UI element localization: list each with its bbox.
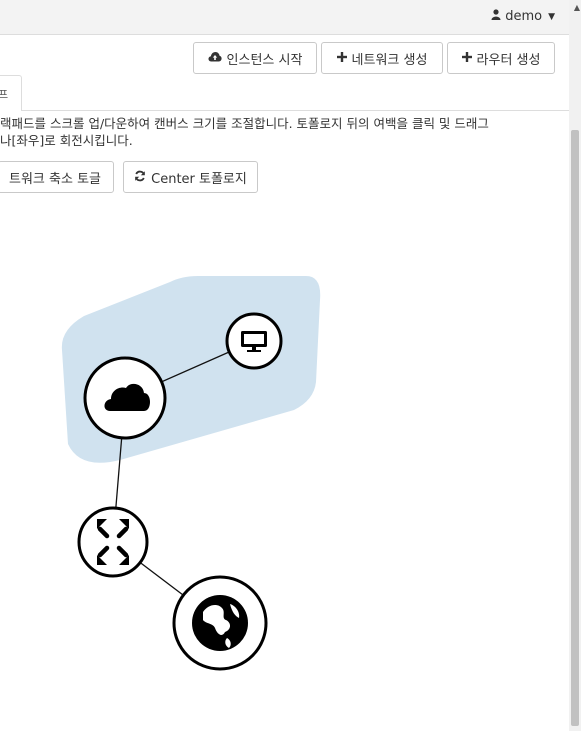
instance-node[interactable] [225, 312, 283, 370]
create-network-label: 네트워크 생성 [351, 52, 428, 68]
help-line-1: 랙패드를 스크롤 업/다운하여 캔버스 크기를 조절합니다. 토폴로지 뒤의 여… [0, 116, 489, 131]
router-node[interactable] [77, 506, 149, 578]
scrollbar-thumb[interactable] [571, 130, 579, 726]
tab-divider [22, 110, 569, 111]
user-menu[interactable]: demo ▼ [491, 9, 555, 24]
plus-icon [336, 51, 347, 65]
network-node[interactable] [83, 356, 167, 440]
plus-icon [461, 51, 472, 65]
refresh-icon [134, 170, 146, 185]
toggle-network-label: 트워크 축소 토글 [9, 171, 101, 187]
center-topology-label: Center 토폴로지 [151, 171, 247, 187]
user-name: demo [505, 9, 543, 24]
tab-label: 프 [0, 88, 9, 101]
external-network-node[interactable] [172, 575, 268, 671]
create-router-button[interactable]: 라우터 생성 [447, 42, 555, 74]
help-line-2: 나[좌우]로 회전시킵니다. [0, 133, 133, 148]
topology-canvas[interactable] [0, 200, 569, 731]
create-router-label: 라우터 생성 [476, 52, 541, 68]
create-network-button[interactable]: 네트워크 생성 [321, 42, 443, 74]
globe-icon [192, 595, 248, 651]
launch-instance-button[interactable]: 인스턴스 시작 [193, 42, 317, 74]
vertical-scrollbar[interactable]: ▲ [569, 0, 581, 731]
cloud-upload-icon [208, 51, 222, 65]
center-topology-button[interactable]: Center 토폴로지 [123, 161, 258, 193]
top-navbar: demo ▼ [0, 0, 569, 35]
scroll-up-arrow-icon[interactable]: ▲ [574, 3, 580, 12]
topology-help-text: 랙패드를 스크롤 업/다운하여 캔버스 크기를 조절합니다. 토폴로지 뒤의 여… [0, 115, 556, 149]
caret-down-icon: ▼ [548, 11, 555, 22]
launch-instance-label: 인스턴스 시작 [226, 52, 303, 68]
user-icon [491, 9, 501, 24]
tab-topology[interactable]: 프 [0, 75, 22, 111]
toggle-network-collapse-button[interactable]: 트워크 축소 토글 [0, 161, 114, 193]
